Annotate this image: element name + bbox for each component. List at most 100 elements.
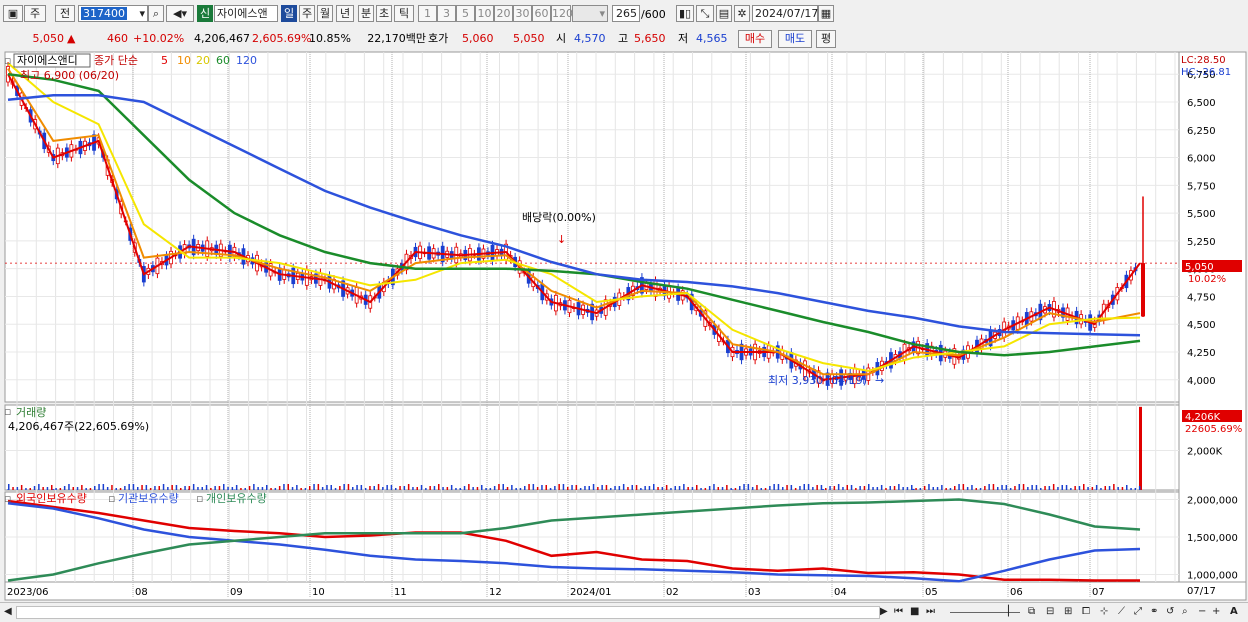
mode-select[interactable]: 주 — [24, 5, 46, 22]
trend-tool-icon[interactable]: ⟋ — [1118, 605, 1125, 618]
volume-bar — [498, 484, 500, 490]
horizontal-scrollbar[interactable]: ◀ ▶ ⏮ ■ ⏭ ▏ ⧉ ⊟ ⊞ ⧠ ⊹ ⟋ ⤢ ⚭ ↺ ⌕ − + A — [0, 602, 1248, 622]
volume-bar — [232, 487, 234, 490]
volume-bar — [279, 486, 281, 490]
scroll-left-icon[interactable]: ◀ — [4, 605, 12, 618]
date-input[interactable]: 2024/07/17 — [752, 5, 818, 22]
volume-bar — [107, 487, 109, 490]
volume-bar — [567, 487, 569, 490]
code-input[interactable]: 317400▾ — [78, 5, 148, 22]
x-axis-area — [5, 582, 1246, 600]
period-tab-minute[interactable]: 분 — [358, 5, 374, 22]
x-tick-label: 08 — [135, 587, 148, 598]
sell-button[interactable]: 매도 — [778, 30, 812, 48]
minute-step-20[interactable]: 20 — [494, 5, 513, 22]
volume-bar — [146, 485, 148, 490]
minute-step-120[interactable]: 120 — [551, 5, 571, 22]
volume-bar — [300, 488, 302, 490]
rewind-icon[interactable]: ⏮ — [894, 605, 903, 618]
volume-bar — [868, 484, 870, 490]
price-tick-label: 5,500 — [1187, 209, 1216, 220]
speaker-icon[interactable]: ◀▾ — [166, 5, 194, 22]
interval-select[interactable]: ▾ — [572, 5, 608, 22]
low-price: 4,565 — [696, 32, 728, 46]
price-tick-label: 6,000 — [1187, 154, 1216, 165]
volume-bar — [1062, 485, 1064, 490]
volume-bar — [597, 487, 599, 490]
price-tick-label: 6,500 — [1187, 98, 1216, 109]
period-tab-year[interactable]: 년 — [336, 5, 354, 22]
grid-icon[interactable]: ⊞ — [1064, 605, 1072, 618]
volume-bar — [455, 488, 457, 490]
volume-bar — [550, 488, 552, 490]
period-tab-day[interactable]: 일 — [281, 5, 297, 22]
period-tab-week[interactable]: 주 — [299, 5, 315, 22]
volume-value: 4,206,467 — [190, 32, 250, 46]
minute-step-5[interactable]: 5 — [456, 5, 475, 22]
stock-name-field[interactable]: 자이에스앤 — [214, 5, 278, 22]
dropdown-arrow-icon: ▾ — [599, 6, 605, 21]
layout-icon[interactable]: ⧉ — [1028, 605, 1035, 618]
dropdown-arrow-icon[interactable]: ▾ — [139, 6, 145, 21]
volume-bar — [438, 484, 440, 490]
chart-menu-icon[interactable]: ▣ — [3, 5, 23, 22]
volume-bar — [623, 484, 625, 490]
minute-step-1[interactable]: 1 — [418, 5, 437, 22]
volume-bar — [558, 484, 560, 490]
volume-bar — [326, 485, 328, 490]
rotate-icon[interactable]: ↺ — [1166, 605, 1174, 618]
volume-bar — [907, 487, 909, 490]
volume-bar — [675, 486, 677, 490]
window-icon[interactable]: ⧠ — [1082, 605, 1090, 618]
volume-bar — [851, 485, 853, 490]
volume-bar — [636, 485, 638, 490]
zoom-in-icon[interactable]: + — [1212, 605, 1220, 618]
settings-gear-icon[interactable]: ✲ — [734, 5, 750, 22]
text-tool-icon[interactable]: A — [1230, 605, 1238, 618]
bar-count-input[interactable]: 265 — [612, 5, 640, 22]
turnover-rate: 10.85% — [309, 32, 351, 46]
volume-bar — [821, 485, 823, 490]
fibonacci-icon[interactable]: ⤢ — [1134, 605, 1142, 618]
calendar-icon[interactable]: ▦ — [818, 5, 834, 22]
volume-bar — [382, 487, 384, 490]
volume-bar — [90, 488, 92, 490]
period-tab-second[interactable]: 초 — [376, 5, 392, 22]
draw-tool-icon[interactable]: ⤡ — [696, 5, 714, 22]
volume-bar — [1139, 486, 1141, 490]
search-icon[interactable]: ⌕ — [148, 5, 164, 22]
link-icon[interactable]: ⚭ — [1150, 605, 1158, 618]
zoom-out-icon[interactable]: − — [1198, 605, 1206, 618]
period-tab-tick[interactable]: 틱 — [394, 5, 414, 22]
volume-bar — [1139, 407, 1142, 490]
volume-ratio: 2,605.69% — [252, 32, 311, 46]
scroll-track[interactable] — [16, 606, 880, 619]
volume-bar — [1092, 487, 1094, 490]
minute-step-30[interactable]: 30 — [513, 5, 532, 22]
play-icon[interactable]: ⏭ — [926, 605, 935, 618]
chart-area[interactable]: 4,0004,2504,5004,7505,0005,2505,5005,750… — [0, 50, 1248, 602]
stop-icon[interactable]: ■ — [910, 605, 919, 618]
split-icon[interactable]: ⊟ — [1046, 605, 1054, 618]
minute-step-10[interactable]: 10 — [475, 5, 494, 22]
period-tab-month[interactable]: 월 — [317, 5, 333, 22]
scroll-right-icon[interactable]: ▶ — [880, 605, 888, 618]
volume-bar — [305, 488, 307, 490]
x-tick-label: 03 — [748, 587, 761, 598]
crosshair-icon[interactable]: ⊹ — [1100, 605, 1108, 618]
minute-step-3[interactable]: 3 — [437, 5, 456, 22]
evaluate-button[interactable]: 평 — [816, 30, 836, 48]
volume-bar — [713, 484, 715, 490]
buy-button[interactable]: 매수 — [738, 30, 772, 48]
candle-type-icon[interactable]: ▮▯ — [676, 5, 694, 22]
save-icon[interactable]: ▤ — [716, 5, 732, 22]
volume-bar — [632, 485, 634, 490]
zoom-handle-icon[interactable]: ▏ — [1008, 605, 1016, 618]
volume-bar — [369, 486, 371, 490]
volume-bar — [343, 484, 345, 490]
volume-bar — [761, 488, 763, 490]
volume-bar — [743, 484, 745, 490]
minute-step-60[interactable]: 60 — [532, 5, 551, 22]
magnify-icon[interactable]: ⌕ — [1182, 605, 1188, 618]
prev-button[interactable]: 전 — [55, 5, 75, 22]
